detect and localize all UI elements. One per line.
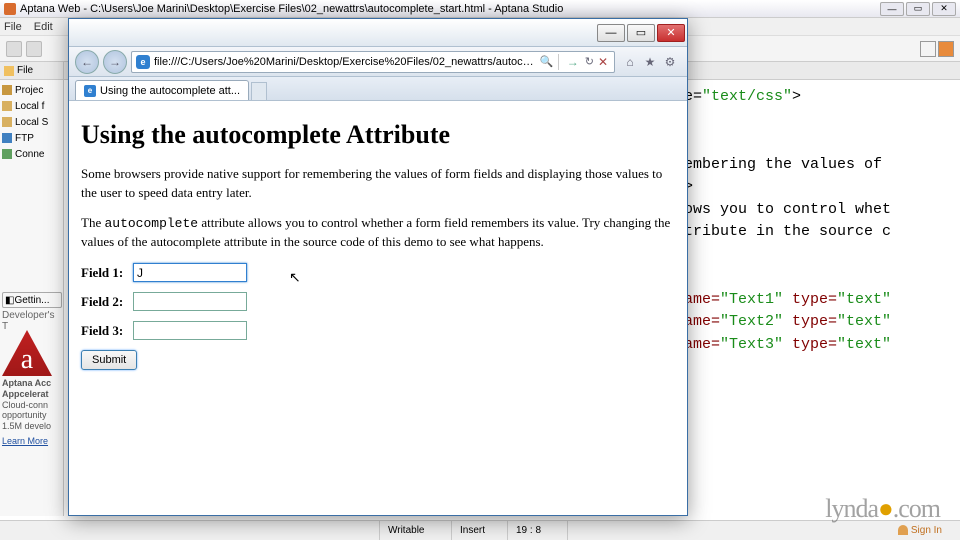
promo-text: Aptana Acc Appcelerat Cloud-conn opportu… <box>2 378 62 432</box>
close-button[interactable]: ✕ <box>932 2 956 16</box>
ie-close-button[interactable]: ✕ <box>657 24 685 42</box>
url-text: file:///C:/Users/Joe%20Marini/Desktop/Ex… <box>154 56 536 68</box>
status-writable: Writable <box>380 521 452 540</box>
tree-item-local-s[interactable]: Local S <box>2 114 61 130</box>
new-tab-button[interactable] <box>251 82 267 100</box>
tree-item-project[interactable]: Projec <box>2 82 61 98</box>
tools-icon[interactable]: ⚙ <box>663 55 677 69</box>
project-icon <box>2 85 12 95</box>
field2-label: Field 2: <box>81 293 133 311</box>
aptana-logo-icon: a <box>2 330 52 376</box>
go-icon[interactable]: → <box>567 55 579 69</box>
form-row-2: Field 2: <box>81 292 675 311</box>
developers-tab[interactable]: Developer's T <box>2 310 62 332</box>
status-spacer <box>0 521 380 540</box>
menu-file[interactable]: File <box>4 21 22 33</box>
submit-button[interactable]: Submit <box>81 350 137 370</box>
perspective-aptana-icon[interactable] <box>938 41 954 57</box>
ie-titlebar[interactable]: — ▭ ✕ <box>69 19 687 47</box>
page-content: Using the autocomplete Attribute Some br… <box>69 101 687 386</box>
ie-favicon: e <box>84 85 96 97</box>
back-button[interactable]: ← <box>75 50 99 74</box>
tree-label: Conne <box>15 149 44 160</box>
status-cursor-pos: 19 : 8 <box>508 521 568 540</box>
connection-icon <box>2 149 12 159</box>
aptana-lower-panel: ◧ Gettin... Developer's T <box>0 290 64 334</box>
ie-window: — ▭ ✕ ← → e file:///C:/Users/Joe%20Marin… <box>68 18 688 516</box>
ftp-icon <box>2 133 12 143</box>
desc-paragraph: The autocomplete attribute allows you to… <box>81 214 675 251</box>
person-icon <box>898 525 908 535</box>
field3-input[interactable] <box>133 321 247 340</box>
tree-item-ftp[interactable]: FTP <box>2 130 61 146</box>
disk-icon <box>2 101 12 111</box>
toolbar-icon[interactable] <box>26 41 42 57</box>
perspective-switcher <box>920 41 954 57</box>
status-insert: Insert <box>452 521 508 540</box>
ie-page-icon: e <box>136 55 150 69</box>
aptana-sidebar: File Projec Local f Local S FTP Conne <box>0 62 64 516</box>
forward-button[interactable]: → <box>103 50 127 74</box>
form-row-1: Field 1: <box>81 263 675 282</box>
tree-label: Projec <box>15 85 43 96</box>
learn-more-link[interactable]: Learn More <box>2 436 48 446</box>
tree-label: Local S <box>15 117 48 128</box>
folder-icon <box>4 66 14 76</box>
tree-item-local[interactable]: Local f <box>2 98 61 114</box>
favorites-icon[interactable]: ★ <box>643 55 657 69</box>
address-bar[interactable]: e file:///C:/Users/Joe%20Marini/Desktop/… <box>131 51 615 73</box>
menu-edit[interactable]: Edit <box>34 21 53 33</box>
ie-navbar: ← → e file:///C:/Users/Joe%20Marini/Desk… <box>69 47 687 77</box>
tree-item-connections[interactable]: Conne <box>2 146 61 162</box>
maximize-button[interactable]: ▭ <box>906 2 930 16</box>
field2-input[interactable] <box>133 292 247 311</box>
signin-link[interactable]: Sign In <box>898 525 960 536</box>
file-tab-label: File <box>17 65 33 76</box>
browser-tab[interactable]: e Using the autocomplete att... <box>75 80 249 100</box>
getting-label: Gettin... <box>14 295 49 306</box>
aptana-title: Aptana Web - C:\Users\Joe Marini\Desktop… <box>20 3 563 15</box>
tree-label: Local f <box>15 101 44 112</box>
search-icon[interactable]: 🔍 <box>540 55 554 69</box>
refresh-icon[interactable]: ↻ <box>585 55 594 68</box>
ie-minimize-button[interactable]: — <box>597 24 625 42</box>
ie-tabstrip: e Using the autocomplete att... <box>69 77 687 101</box>
tab-title: Using the autocomplete att... <box>100 85 240 97</box>
disk-icon <box>2 117 12 127</box>
page-heading: Using the autocomplete Attribute <box>81 117 675 153</box>
toolbar-icon[interactable] <box>6 41 22 57</box>
divider <box>558 54 559 70</box>
aptana-window-buttons: — ▭ ✕ <box>880 2 956 16</box>
ie-right-icons: ⌂ ★ ⚙ <box>619 55 681 69</box>
field1-label: Field 1: <box>81 264 133 282</box>
form-row-3: Field 3: <box>81 321 675 340</box>
field3-label: Field 3: <box>81 322 133 340</box>
getting-started-tab[interactable]: ◧ Gettin... <box>2 292 62 308</box>
aptana-titlebar: Aptana Web - C:\Users\Joe Marini\Desktop… <box>0 0 960 18</box>
aptana-statusbar: Writable Insert 19 : 8 Sign In <box>0 520 960 540</box>
aptana-app-icon <box>4 3 16 15</box>
ie-maximize-button[interactable]: ▭ <box>627 24 655 42</box>
intro-paragraph: Some browsers provide native support for… <box>81 165 675 201</box>
stop-icon[interactable]: ✕ <box>598 55 608 69</box>
aptana-promo: a Aptana Acc Appcelerat Cloud-conn oppor… <box>2 330 62 446</box>
field1-input[interactable] <box>133 263 247 282</box>
file-view-tab[interactable]: File <box>0 62 63 80</box>
perspective-icon[interactable] <box>920 41 936 57</box>
file-tree: Projec Local f Local S FTP Conne <box>0 80 63 164</box>
tree-label: FTP <box>15 133 34 144</box>
minimize-button[interactable]: — <box>880 2 904 16</box>
home-icon[interactable]: ⌂ <box>623 55 637 69</box>
